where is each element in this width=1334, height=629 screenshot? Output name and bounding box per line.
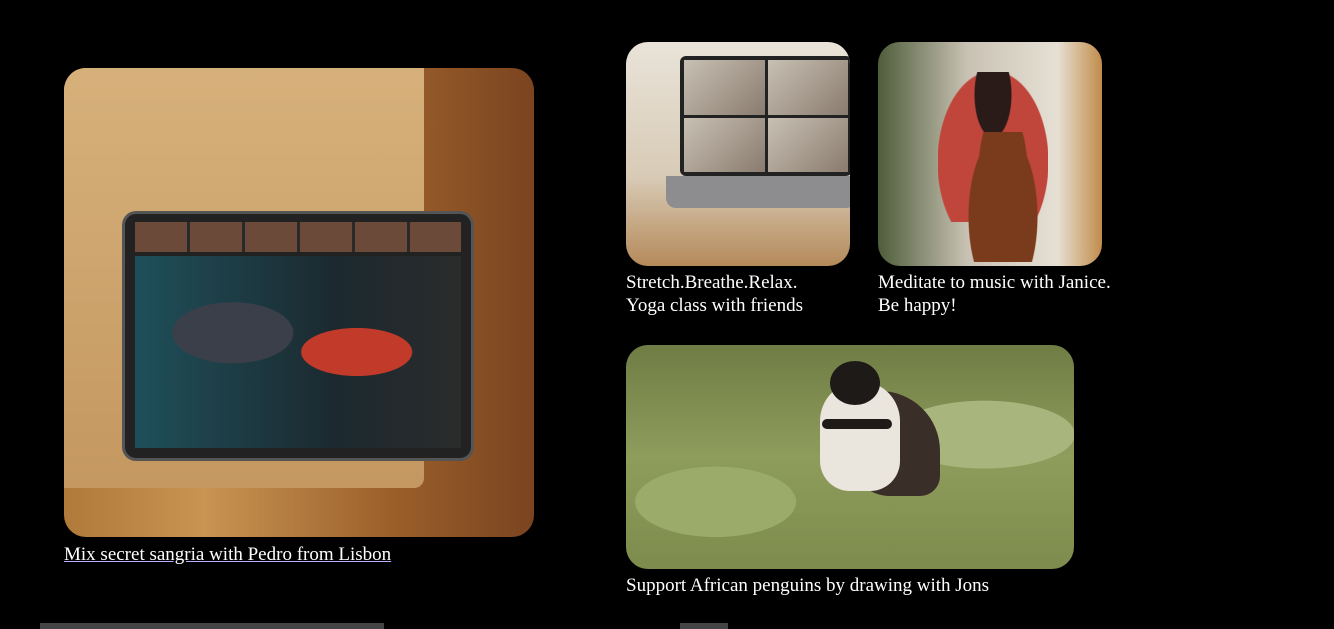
yoga-experience-image[interactable] [626,42,850,266]
sangria-link[interactable]: Mix secret sangria with Pedro from Lisbo… [64,544,391,565]
cello [968,132,1038,262]
yoga-caption-line2: Yoga class with friends [626,295,803,316]
scroll-indicator-right [680,623,728,629]
penguin-experience-image[interactable] [626,345,1074,569]
scroll-indicator-left [40,623,384,629]
penguin [810,361,940,501]
yoga-caption[interactable]: Stretch.Breathe.Relax. Yoga class with f… [626,271,803,317]
meditate-caption[interactable]: Meditate to music with Janice. Be happy! [878,271,1111,317]
sangria-experience-image[interactable] [64,68,534,537]
meditate-caption-line1: Meditate to music with Janice. [878,272,1111,293]
experience-gallery: Mix secret sangria with Pedro from Lisbo… [0,0,1334,629]
sangria-caption[interactable]: Mix secret sangria with Pedro from Lisbo… [64,543,391,566]
yoga-caption-line1: Stretch.Breathe.Relax. [626,272,798,293]
laptop-screen [680,56,850,176]
tablet-video-call [122,211,474,461]
meditate-caption-line2: Be happy! [878,295,957,316]
penguin-caption[interactable]: Support African penguins by drawing with… [626,574,989,597]
video-scene [135,256,461,448]
participant-strip [135,222,461,252]
cello-experience-image[interactable] [878,42,1102,266]
laptop-keyboard [666,176,850,208]
